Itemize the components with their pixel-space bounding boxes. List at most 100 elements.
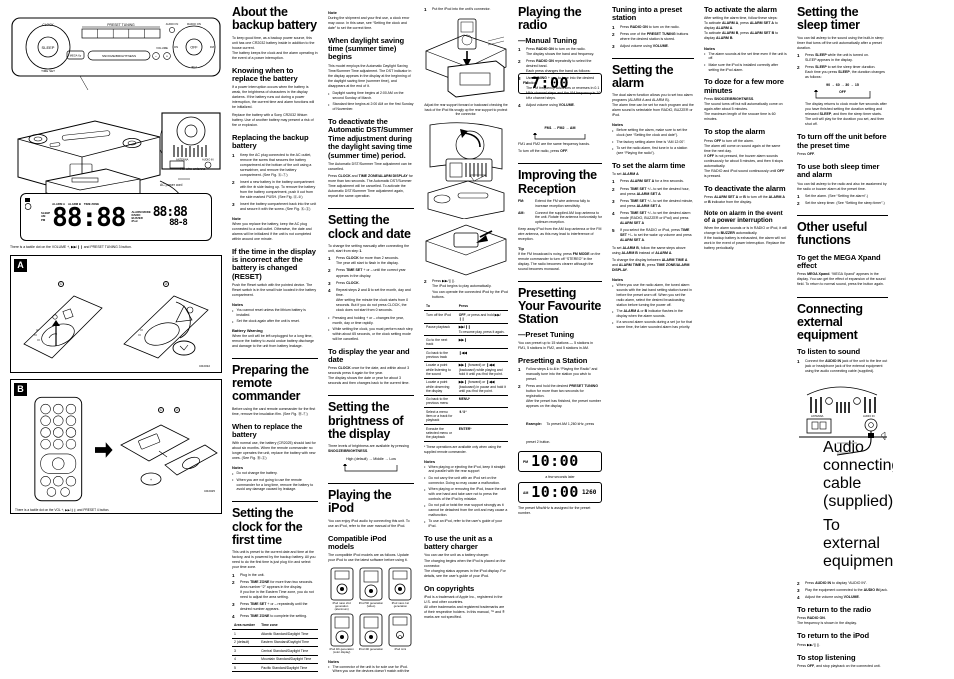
note-heading-1: Note [232, 216, 241, 222]
ipod-model-caption: iPod mini [394, 647, 407, 652]
ipod-table-footnote: * These operations are available only wh… [424, 445, 502, 454]
svg-text:TIME SET: TIME SET [41, 69, 55, 73]
heading-return-ipod: To return to the iPod [797, 631, 870, 641]
connect-steps-rest: Press AUDIO IN to display “AUDIO IN”. Pla… [797, 581, 888, 602]
svg-text:SLEEP: SLEEP [42, 45, 55, 50]
stop-alarm-p: Press OFF to turn off the alarm. The alar… [704, 138, 785, 178]
ipod-notes-heading: Notes [328, 658, 340, 664]
brightness-sequence: High (default) → Middle → Low [346, 457, 396, 462]
ipod-model-cell: iPod nano 2nd generation (aluminum) [328, 567, 355, 612]
step-item: Play the equipment connected to the AUDI… [797, 587, 888, 595]
step-item: Adjust volume using VOLUME. [612, 43, 669, 51]
reception-fm-key: FM: [518, 198, 525, 203]
reception-tip-p: If the FM broadcast is noisy, press FM M… [518, 251, 601, 271]
replace-note: When you replace the battery, keep the A… [232, 221, 312, 241]
reset-notes: You cannot reset unless the lithium batt… [232, 308, 318, 325]
ipod-seated-illustration [425, 225, 507, 276]
step-item: Repeat steps 2 and 3 to set the month, d… [328, 287, 411, 312]
rear-support-caption: Adjust the rear support forward or backw… [424, 103, 508, 117]
top-panel-illustration: SLEEP CLOCK TIME SET PRESET TUNING SNOOZ… [10, 6, 222, 111]
bullet-item: Do not carry the unit with an iPod set o… [424, 475, 508, 486]
column-4: Put the iPod into the unit’s connector. … [419, 6, 513, 673]
heading-mega-xpand: To get the MEGA Xpand effect [797, 252, 881, 271]
heading-set-alarm-time: To set the alarm time [612, 160, 686, 170]
rear-support-illustration [427, 122, 505, 220]
table-row: Turn off the iPod OFF, or press and hold … [424, 310, 508, 324]
svg-text:PRESET TUNING: PRESET TUNING [107, 23, 135, 27]
step-item: Press TIME SET +/– to set the desired mi… [612, 198, 694, 208]
svg-text:FM: FM [210, 45, 215, 49]
bullet-item: The ALARM A or B indicator flashes in th… [612, 309, 694, 319]
ipod-model-cell: iPod 4th generation (color display) [328, 613, 355, 654]
bullet-item: Daylight saving time begins at 2:00 AM o… [328, 91, 414, 101]
heading-return-radio: To return to the radio [797, 604, 872, 614]
set-alarm-a-label: To set ALARM A [612, 172, 639, 177]
table-cell: Pause playback [424, 322, 457, 337]
heading-setting-clock-first-time: Setting the clock for the first time [232, 501, 318, 547]
note-heading-2: Notes [232, 302, 244, 308]
step-item: Keep the AC plug connected to the AC out… [232, 152, 312, 177]
dst-paragraph: This model employs the Automatic Dayligh… [328, 63, 412, 88]
table-row: Select a menu item or a track for playba… [424, 407, 508, 426]
reception-am-key: AM: [518, 210, 525, 215]
table-row: Locate a point while observing the displ… [424, 377, 508, 396]
heading-both-sleep-alarm: To use both sleep timer and alarm [797, 162, 880, 180]
column-8: Setting the sleep timer You can fall asl… [792, 6, 893, 673]
compat-p: The compatible iPod models are as follow… [328, 553, 409, 563]
lcd-label-ipod: iPod [131, 219, 138, 224]
heading-turn-off-before-preset: To turn off the unit before the preset t… [797, 132, 887, 150]
step-item: Press TIME ZONE to complete the setting. [232, 613, 308, 621]
heading-stop-listening: To stop listening [797, 652, 856, 662]
stop-listening-p: Press OFF, and stop playback on the conn… [797, 663, 881, 668]
column-3: Note During the shipment and your first … [323, 6, 419, 673]
table-row: Pause playback ▶▶/❙❙ To resume play, press… [424, 322, 508, 337]
sleep-duration-sequence: 90 → 60 → 30 → 15 [826, 83, 859, 88]
table-cell: Go to the next track [424, 335, 457, 350]
table-cell: Yukon Standard/Daylight Time [259, 671, 318, 673]
table-header-row: Area number Time zone [232, 621, 318, 631]
knowing-p2: Replace the battery with a Sony CR2032 l… [232, 112, 314, 127]
ipod-icon [388, 567, 412, 600]
step-item: Press and hold the desired PRESET TUNING… [518, 384, 601, 409]
lcd-preset-after-band: AM [523, 490, 529, 495]
lcd-preset-before: PM 10:00 [518, 451, 602, 473]
shipment-note: During the shipment and your first use, … [328, 15, 410, 30]
bullet-item: To use an iPod, refer to the user’s guid… [424, 519, 508, 529]
connect-step-1: Connect the AUDIO IN jack of the unit to… [797, 359, 888, 374]
ipod-play-step-2-label: Press ▶▶/❙❙. [432, 279, 456, 284]
bullet-item: You cannot reset unless the lithium batt… [232, 308, 318, 318]
battery-b-label: CR2025 [203, 489, 215, 493]
reset-p: Push the Reset switch with the pointed d… [232, 283, 317, 298]
ipod-model-cell: iPod mini [387, 613, 414, 654]
table-cell: 5 [232, 663, 260, 673]
figure-a: A ① ② CR2032 [10, 255, 222, 373]
return-radio-p: Press RADIO ON. The frequency is shown in… [797, 616, 857, 626]
band-note: FM1 and FM2 are the same frequency bands… [518, 141, 590, 146]
heading-setting-clock-date: Setting the clock and date [328, 208, 414, 241]
bullet-item: Pressing and holding + or – changes the … [328, 315, 414, 326]
bullet-item: The connector of the unit is for sole us… [328, 664, 414, 673]
ipod-play-step-2: Press ▶▶/❙❙. The iPod begins to play aut… [424, 279, 508, 299]
table-cell: ▶▶❙ (forward) or ❙◀◀ (backward) in pause… [456, 377, 508, 396]
ipod-notes: The connector of the unit is for sole us… [328, 664, 414, 673]
radio-steps: Press RADIO ON to turn on the radio. The … [518, 47, 602, 110]
heading-when-replace-battery: When to replace the battery [232, 421, 303, 439]
step-item: Press TIME ZONE for more than two second… [232, 579, 314, 599]
connect-step-1-text: Connect the AUDIO IN jack of the unit to… [797, 358, 888, 373]
ipod-model-caption: iPod nano 1st generation [391, 600, 409, 608]
column-2: About the backup battery To keep good ti… [227, 6, 323, 673]
table-cell: MENU* [456, 394, 508, 409]
lcd-display-illustration: SLEEP AM PM ALARM A ALARM B TIME ZONE 88… [20, 193, 212, 241]
heading-about-backup-battery: About the backup battery [232, 6, 317, 33]
figure-b-step-2-number: ② [174, 407, 180, 413]
ipod-model-caption: iPod 4th generation [358, 647, 384, 652]
table-row: Execute the selected menu or the playbac… [424, 424, 508, 443]
first-clock-intro: This unit is preset to the current date … [232, 550, 316, 570]
table-cell: 4 [232, 654, 260, 665]
heading-reset: If the time in the display is incorrect … [232, 246, 316, 281]
table-cell: Execute the selected menu or the playbac… [424, 424, 457, 443]
time-zone-table: Area number Time zone 1 Atlantic Standard/D… [232, 621, 318, 673]
battery-a-label: CR2032 [198, 364, 210, 368]
svg-text:ON: ON [174, 45, 178, 49]
column-1: SLEEP CLOCK TIME SET PRESET TUNING SNOOZ… [5, 6, 227, 673]
